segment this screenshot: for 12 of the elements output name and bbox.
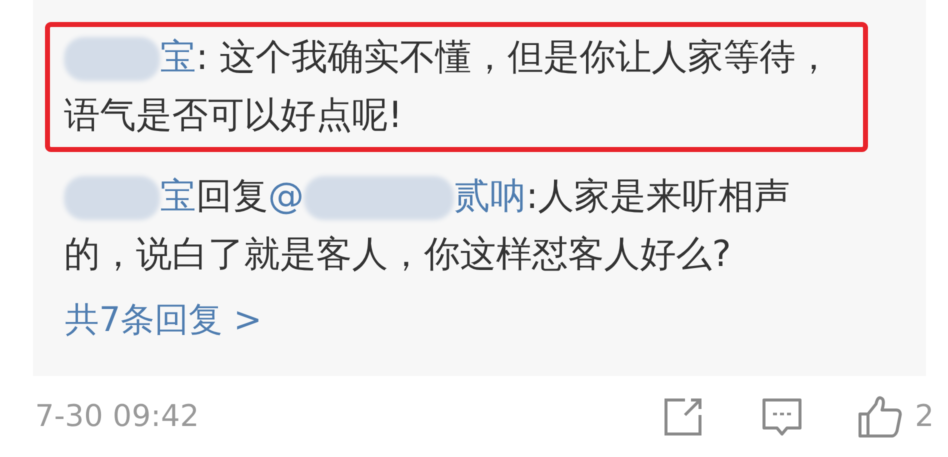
thumbs-up-icon[interactable] [856, 396, 903, 438]
share-icon[interactable] [662, 396, 703, 436]
username-link[interactable]: 宝 [160, 176, 196, 217]
more-replies-link[interactable]: 共7条回复 > [65, 296, 262, 344]
reply-text: 宝回复@ 贰呐:人家是来听相声的，说白了就是客人，你这样怼客人好么? [64, 175, 792, 277]
timestamp: 7-30 09:42 [35, 398, 200, 436]
comment-icon[interactable] [760, 396, 803, 436]
username-link[interactable]: 宝 [160, 37, 196, 78]
mention-link[interactable]: 贰呐 [454, 176, 526, 217]
reply-text: 宝: 这个我确实不懂，但是你让人家等待，语气是否可以好点呢! [64, 36, 833, 138]
mention-link[interactable]: @ [268, 176, 304, 217]
like-count: 2 [914, 398, 934, 436]
